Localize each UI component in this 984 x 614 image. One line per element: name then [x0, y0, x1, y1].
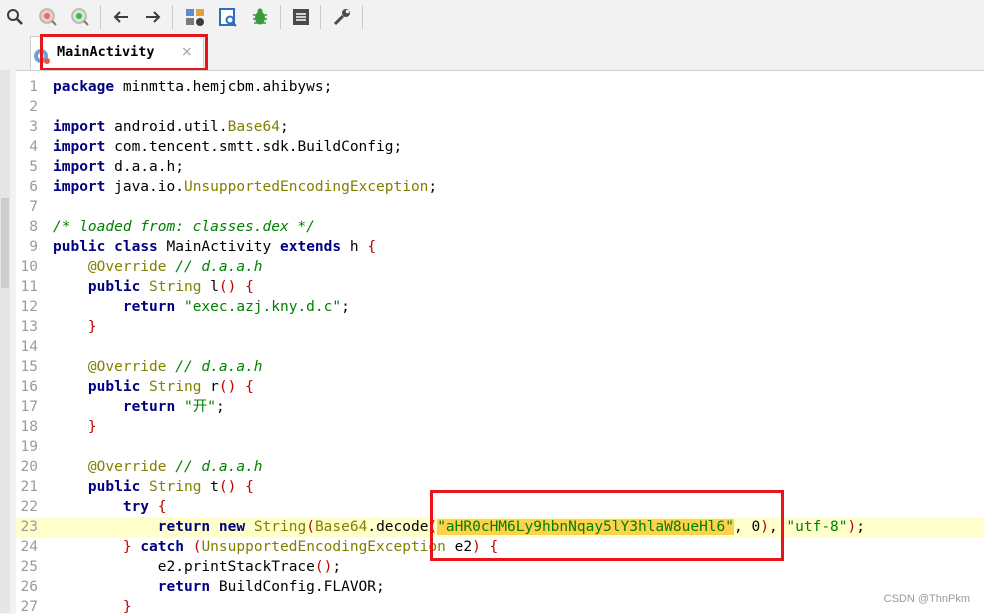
line-number: 3 [29, 119, 38, 135]
annotation-box-string [430, 490, 784, 561]
toolbar-separator [320, 5, 321, 29]
code-text[interactable]: public String l() { [53, 277, 254, 297]
code-line[interactable]: 7 [16, 197, 984, 217]
line-number: 8 [29, 219, 38, 235]
line-number: 22 [20, 499, 38, 515]
line-number: 10 [20, 259, 38, 275]
code-text[interactable]: return "exec.azj.kny.d.c"; [53, 297, 350, 317]
code-line[interactable]: 9 public class MainActivity extends h { [16, 237, 984, 257]
code-line[interactable]: 12 return "exec.azj.kny.d.c"; [16, 297, 984, 317]
code-line[interactable]: 1 package minmtta.hemjcbm.ahibyws; [16, 77, 984, 97]
decompile-icon[interactable] [217, 6, 239, 28]
code-line[interactable]: 5 import d.a.a.h; [16, 157, 984, 177]
line-number: 25 [20, 559, 38, 575]
toolbar [0, 0, 984, 34]
code-text[interactable]: import android.util.Base64; [53, 117, 289, 137]
line-number: 27 [20, 599, 38, 614]
left-scrollbar[interactable] [0, 70, 10, 613]
code-line[interactable]: 18 } [16, 417, 984, 437]
code-line[interactable]: 11 public String l() { [16, 277, 984, 297]
line-number: 26 [20, 579, 38, 595]
line-number: 23 [20, 519, 38, 535]
line-number: 13 [20, 319, 38, 335]
line-number: 9 [29, 239, 38, 255]
code-text[interactable]: import d.a.a.h; [53, 157, 184, 177]
code-line[interactable]: 13 } [16, 317, 984, 337]
code-line[interactable]: 4 import com.tencent.smtt.sdk.BuildConfig… [16, 137, 984, 157]
code-text[interactable]: import java.io.UnsupportedEncodingExcept… [53, 177, 437, 197]
code-text[interactable]: public class MainActivity extends h { [53, 237, 376, 257]
deobfuscation-icon[interactable] [184, 6, 206, 28]
search-icon[interactable] [4, 6, 26, 28]
code-line[interactable]: 3 import android.util.Base64; [16, 117, 984, 137]
line-number: 24 [20, 539, 38, 555]
line-number: 21 [20, 479, 38, 495]
code-text[interactable]: import com.tencent.smtt.sdk.BuildConfig; [53, 137, 402, 157]
code-line[interactable]: 15 @Override // d.a.a.h [16, 357, 984, 377]
code-line[interactable]: 20 @Override // d.a.a.h [16, 457, 984, 477]
code-line[interactable]: 16 public String r() { [16, 377, 984, 397]
code-text[interactable]: } [53, 317, 97, 337]
line-number: 12 [20, 299, 38, 315]
toolbar-separator [172, 5, 173, 29]
line-number: 4 [29, 139, 38, 155]
code-text[interactable]: return BuildConfig.FLAVOR; [53, 577, 385, 597]
find-usages-icon[interactable] [37, 6, 59, 28]
code-text[interactable]: /* loaded from: classes.dex */ [53, 217, 315, 237]
code-text[interactable]: e2.printStackTrace(); [53, 557, 341, 577]
code-text[interactable]: @Override // d.a.a.h [53, 257, 263, 277]
toolbar-separator [362, 5, 363, 29]
code-line[interactable]: 6 import java.io.UnsupportedEncodingExcep… [16, 177, 984, 197]
back-icon[interactable] [110, 6, 132, 28]
find-refresh-icon[interactable] [69, 6, 91, 28]
code-text[interactable]: package minmtta.hemjcbm.ahibyws; [53, 77, 332, 97]
code-text[interactable]: @Override // d.a.a.h [53, 457, 263, 477]
line-number: 7 [29, 199, 38, 215]
scrollbar-thumb[interactable] [1, 198, 9, 288]
code-text[interactable]: try { [53, 497, 167, 517]
code-text[interactable]: public String t() { [53, 477, 254, 497]
line-number: 15 [20, 359, 38, 375]
code-text[interactable]: } [53, 417, 97, 437]
code-line[interactable]: 8 /* loaded from: classes.dex */ [16, 217, 984, 237]
line-number: 16 [20, 379, 38, 395]
code-line[interactable]: 19 [16, 437, 984, 457]
watermark: CSDN @ThnPkm [883, 593, 970, 605]
settings-icon[interactable] [331, 6, 353, 28]
line-number: 1 [29, 79, 38, 95]
line-number: 18 [20, 419, 38, 435]
annotation-box-tab [40, 34, 208, 71]
line-number: 19 [20, 439, 38, 455]
code-line[interactable]: 2 [16, 97, 984, 117]
code-text[interactable]: @Override // d.a.a.h [53, 357, 263, 377]
code-line[interactable]: 17 return "开"; [16, 397, 984, 417]
forward-icon[interactable] [142, 6, 164, 28]
code-text[interactable]: return "开"; [53, 397, 225, 417]
toolbar-separator [100, 5, 101, 29]
toolbar-separator [280, 5, 281, 29]
line-number: 17 [20, 399, 38, 415]
line-number: 6 [29, 179, 38, 195]
code-line[interactable]: 14 [16, 337, 984, 357]
line-number: 11 [20, 279, 38, 295]
code-line[interactable]: 26 return BuildConfig.FLAVOR; [16, 577, 984, 597]
debug-icon[interactable] [249, 6, 271, 28]
log-icon[interactable] [290, 6, 312, 28]
code-line[interactable]: 27 } [16, 597, 984, 614]
line-number: 2 [29, 99, 38, 115]
code-text[interactable]: } [53, 597, 132, 614]
line-number: 14 [20, 339, 38, 355]
line-number: 20 [20, 459, 38, 475]
line-number: 5 [29, 159, 38, 175]
code-text[interactable]: public String r() { [53, 377, 254, 397]
code-line[interactable]: 10 @Override // d.a.a.h [16, 257, 984, 277]
